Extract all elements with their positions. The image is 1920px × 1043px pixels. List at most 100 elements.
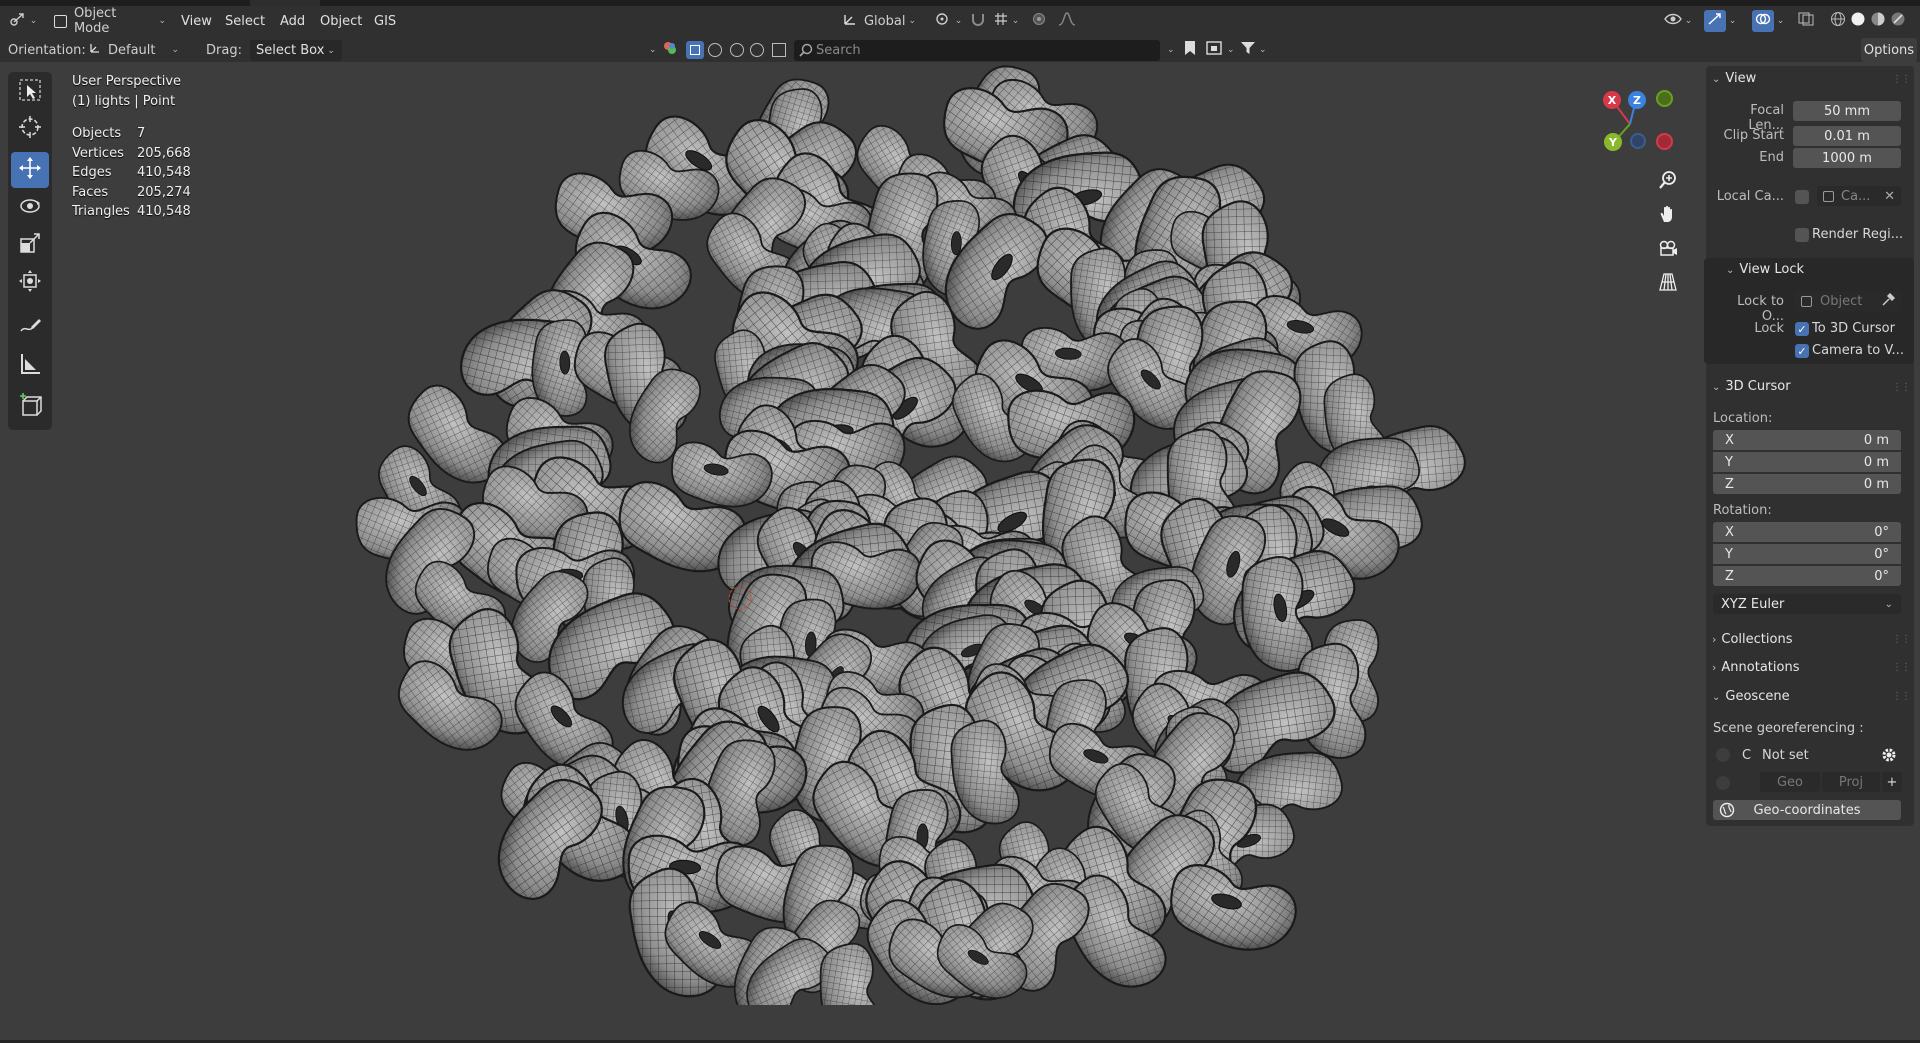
orientation-dropdown[interactable]: Default ⌄ [88, 41, 192, 59]
gizmo-toggle[interactable]: ⌄ [1700, 9, 1740, 33]
shading-solid[interactable] [1848, 9, 1868, 33]
zoom-button[interactable] [1654, 168, 1682, 196]
editor-type-button[interactable]: ⌄ [6, 9, 40, 33]
geo-coordinates-button[interactable]: Geo-coordinates [1713, 800, 1901, 820]
gizmo-neg-x-axis[interactable] [1656, 133, 1673, 150]
shading-rendered[interactable] [1888, 9, 1908, 33]
lock-to-object-placeholder: Object [1820, 293, 1863, 309]
georef-radio-2[interactable] [1716, 776, 1730, 790]
cursor-tool[interactable] [11, 111, 49, 147]
local-camera-checkbox[interactable] [1795, 190, 1809, 204]
grid-perspective-icon [1658, 272, 1678, 296]
camera-to-view-checkbox[interactable]: ✓ [1795, 344, 1809, 358]
location-z-field[interactable]: Z 0 m [1713, 474, 1901, 494]
lock-to-object-field[interactable]: Object [1795, 291, 1901, 311]
camera-icon [1658, 238, 1678, 262]
location-x-field[interactable]: X 0 m [1713, 430, 1901, 450]
select-box-tool[interactable] [11, 74, 49, 110]
drag-handle-icon[interactable]: ⋮⋮ [1892, 74, 1911, 85]
crs-settings-button[interactable] [1880, 746, 1898, 768]
active-workspace-tab[interactable] [250, 0, 320, 6]
menu-view[interactable]: View [181, 10, 212, 32]
rotation-y-field[interactable]: Y 0° [1713, 544, 1901, 564]
menu-gis[interactable]: GIS [374, 10, 396, 32]
measure-tool[interactable] [11, 348, 49, 384]
scale-tool[interactable] [11, 227, 49, 263]
focal-length-field[interactable]: 50 mm [1793, 101, 1901, 121]
render-region-checkbox[interactable] [1795, 228, 1809, 242]
gizmo-z-axis[interactable]: Z [1628, 91, 1646, 109]
xray-toggle[interactable] [1796, 9, 1816, 33]
shading-wireframe[interactable] [1828, 9, 1848, 33]
add-crs-button[interactable]: + [1882, 772, 1902, 792]
move-tool[interactable] [11, 152, 49, 188]
drag-handle-icon[interactable]: ⋮⋮ [1892, 382, 1911, 393]
pivot-point-dropdown[interactable]: ⌄ [930, 9, 966, 33]
chevron-down-icon: ⌄ [954, 16, 963, 26]
proportional-editing-toggle[interactable] [1028, 9, 1050, 33]
rotate-tool[interactable] [11, 190, 49, 226]
view-perspective-label: User Perspective [72, 74, 182, 89]
gizmo-neg-z-axis[interactable] [1630, 133, 1646, 149]
toggle-projection-button[interactable] [1654, 270, 1682, 298]
chevron-down-icon: ⌄ [1712, 382, 1721, 393]
rotation-z-field[interactable]: Z 0° [1713, 566, 1901, 586]
chevron-down-icon: ⌄ [158, 16, 166, 26]
chevron-down-icon: ⌄ [29, 16, 38, 26]
menu-select[interactable]: Select [225, 10, 265, 32]
chevron-right-icon: › [1712, 661, 1717, 674]
geo-button[interactable]: Geo [1760, 772, 1820, 792]
3d-viewport-icon [9, 11, 27, 31]
axis-label: X [1725, 432, 1734, 448]
menu-object[interactable]: Object [320, 10, 362, 32]
drag-handle-icon[interactable]: ⋮⋮ [1892, 662, 1911, 673]
snap-toggle[interactable] [968, 9, 988, 33]
gizmo-neg-y-axis[interactable] [1656, 90, 1673, 107]
3d-cursor-panel-header[interactable]: ⌄ 3D Cursor [1712, 379, 1791, 394]
stat-value: 410,548 [137, 204, 191, 219]
clip-start-field[interactable]: 0.01 m [1793, 126, 1901, 146]
overlays-toggle[interactable]: ⌄ [1748, 9, 1788, 33]
geoscene-panel-header[interactable]: ⌄ Geoscene [1712, 689, 1790, 704]
annotations-panel-header[interactable]: › Annotations [1712, 660, 1799, 675]
transform-orientation-dropdown[interactable]: Global ⌄ [834, 9, 924, 33]
visibility-dropdown[interactable]: ⌄ [1660, 9, 1696, 33]
axis-value: 0° [1874, 568, 1889, 584]
gizmo-x-axis[interactable]: X [1603, 91, 1621, 109]
proj-button[interactable]: Proj [1822, 772, 1880, 792]
drag-handle-icon[interactable]: ⋮⋮ [1892, 634, 1911, 645]
chevron-down-icon: ⌄ [1776, 16, 1785, 26]
drag-handle-icon[interactable]: ⋮⋮ [1892, 691, 1911, 702]
select-box-icon [17, 77, 43, 107]
drag-dropdown[interactable]: Select Box ⌄ [250, 40, 342, 61]
viewport-mesh-render[interactable] [330, 55, 1510, 1005]
transform-tool[interactable] [11, 265, 49, 301]
lock-label: Lock [1754, 321, 1784, 336]
clip-end-field[interactable]: 1000 m [1793, 148, 1901, 168]
annotate-tool[interactable] [11, 310, 49, 346]
rotation-x-field[interactable]: X 0° [1713, 522, 1901, 542]
location-y-field[interactable]: Y 0 m [1713, 452, 1901, 472]
local-camera-field[interactable]: Ca... ✕ [1817, 186, 1901, 206]
collections-panel-header[interactable]: › Collections [1712, 632, 1792, 647]
menu-add[interactable]: Add [280, 10, 305, 32]
shading-material[interactable] [1868, 9, 1888, 33]
options-button[interactable]: Options [1861, 38, 1917, 62]
proportional-falloff-dropdown[interactable] [1052, 9, 1082, 33]
view-lock-header[interactable]: ⌄ View Lock [1726, 262, 1804, 277]
axis-label: X [1725, 524, 1734, 540]
rendered-sphere-icon [1890, 11, 1906, 31]
mode-dropdown[interactable]: Object Mode ⌄ [50, 6, 166, 36]
rotation-mode-dropdown[interactable]: XYZ Euler ⌄ [1713, 594, 1901, 614]
add-cube-tool[interactable] [11, 390, 49, 426]
camera-view-button[interactable] [1654, 236, 1682, 264]
gizmo-y-axis[interactable]: Y [1604, 133, 1622, 151]
view-panel-header[interactable]: ⌄ View [1712, 71, 1756, 86]
lock-to-3d-cursor-checkbox[interactable]: ✓ [1795, 322, 1809, 336]
close-icon[interactable]: ✕ [1884, 189, 1895, 204]
georef-radio[interactable] [1716, 748, 1730, 762]
snap-target-dropdown[interactable]: ⌄ [990, 9, 1022, 33]
pan-button[interactable] [1654, 202, 1682, 230]
eyedropper-icon[interactable] [1881, 292, 1896, 311]
camera-object-icon [1823, 190, 1834, 202]
